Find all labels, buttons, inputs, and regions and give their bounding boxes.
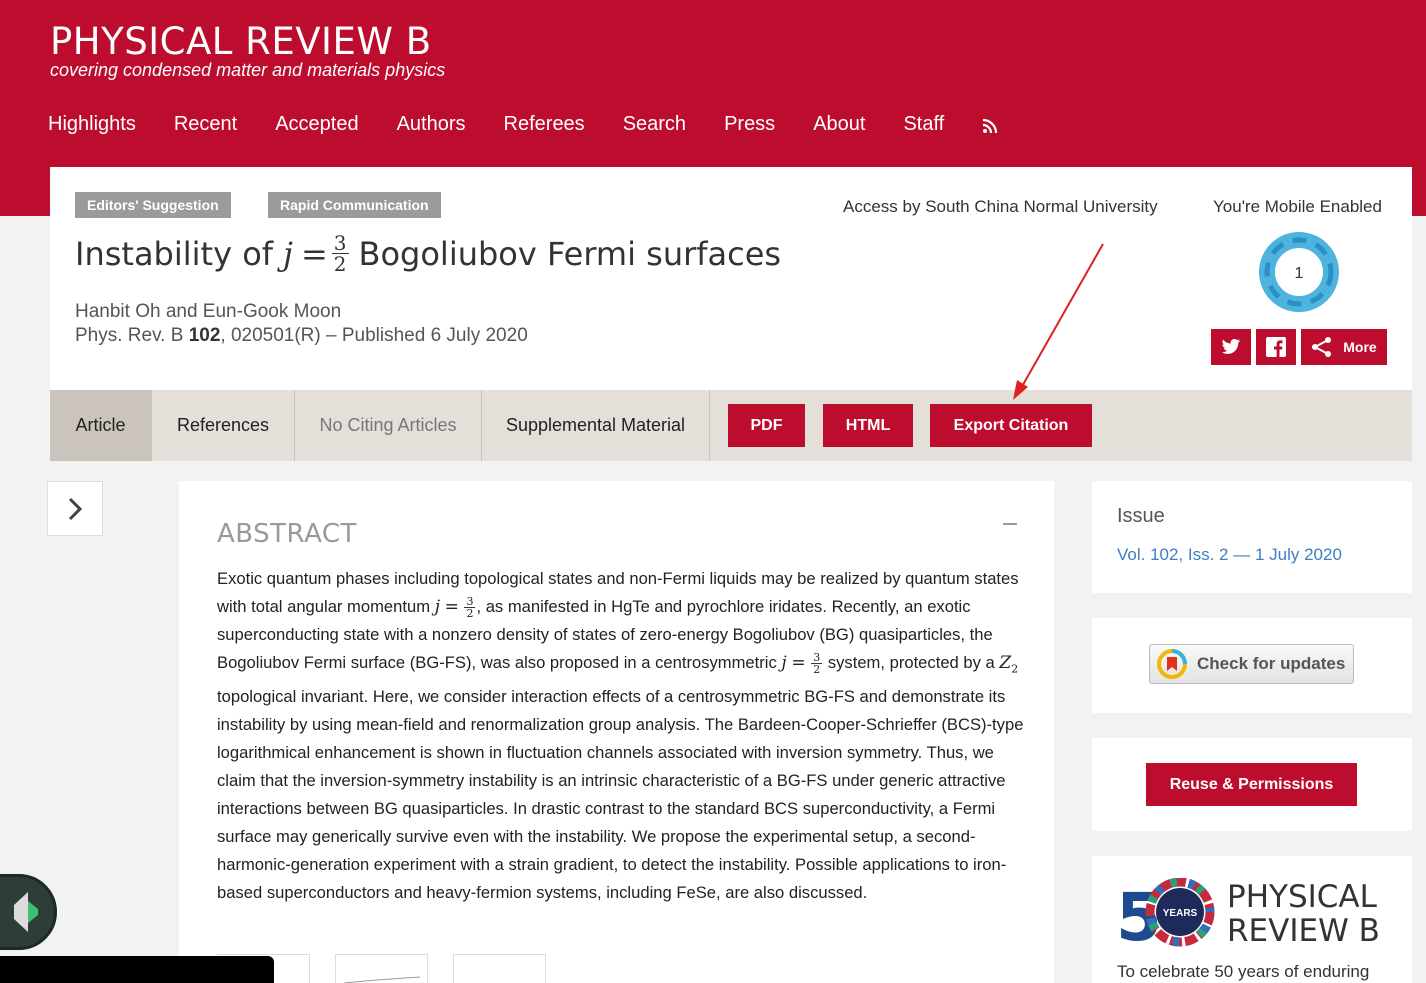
chevron-right-icon <box>68 497 83 520</box>
altmetric-score: 1 <box>1295 265 1304 282</box>
facebook-icon <box>1266 337 1286 357</box>
abstract-math-eq-1: = <box>444 597 459 617</box>
abstract-math-z: Z2 <box>999 653 1019 676</box>
taskbar-overlay <box>0 956 274 983</box>
nav-about[interactable]: About <box>813 113 865 136</box>
facebook-share-button[interactable] <box>1256 329 1296 365</box>
sidebar-toggle-button[interactable] <box>47 481 103 536</box>
citation-rest: , 020501(R) – Published 6 July 2020 <box>220 325 528 346</box>
access-text: Access by South China Normal University <box>843 197 1158 216</box>
nav-recent[interactable]: Recent <box>174 113 237 136</box>
figure-thumbnail-3[interactable] <box>453 954 546 983</box>
abstract-math-z-sub: 2 <box>1011 662 1019 676</box>
title-fraction-den: 2 <box>333 252 347 276</box>
twitter-share-button[interactable] <box>1211 329 1251 365</box>
abstract-text: Exotic quantum phases including topologi… <box>217 565 1027 907</box>
badge-rapid-communication[interactable]: Rapid Communication <box>268 192 441 218</box>
share-icon <box>1312 337 1332 357</box>
abstract-math-j-1: j <box>434 597 440 617</box>
journal-title[interactable]: PHYSICAL REVIEW B <box>50 20 432 63</box>
citation-line: Phys. Rev. B 102, 020501(R) – Published … <box>75 325 528 347</box>
title-fraction: 3 2 <box>331 231 349 276</box>
main-nav: Highlights Recent Accepted Authors Refer… <box>48 113 944 136</box>
abstract-math-j-2: j <box>781 653 787 673</box>
html-button[interactable]: HTML <box>823 404 913 447</box>
prb-50-years-box: 5 YEARS PHYSICAL REVIEW B To celebrate 5… <box>1092 856 1412 983</box>
title-math-j: j <box>283 234 293 273</box>
abstract-part-4: topological invariant. Here, we consider… <box>217 687 1024 903</box>
issue-label: Issue <box>1117 505 1165 527</box>
abstract-panel: ABSTRACT Exotic quantum phases including… <box>179 481 1054 983</box>
nav-staff[interactable]: Staff <box>903 113 944 136</box>
more-label: More <box>1343 339 1377 355</box>
title-prefix: Instability of <box>75 234 274 273</box>
nav-search[interactable]: Search <box>623 113 686 136</box>
abstract-fraction-1: 32 <box>464 596 476 621</box>
pdf-button[interactable]: PDF <box>728 404 805 447</box>
nav-accepted[interactable]: Accepted <box>275 113 358 136</box>
collapse-icon[interactable] <box>1003 523 1017 525</box>
tab-article[interactable]: Article <box>50 390 152 461</box>
abstract-fraction-1-den: 2 <box>466 607 474 621</box>
browser-extension-button[interactable] <box>0 874 57 950</box>
twitter-icon <box>1221 339 1241 354</box>
extension-logo-icon <box>14 892 38 932</box>
issue-box: Issue Vol. 102, Iss. 2 — 1 July 2020 <box>1092 481 1412 593</box>
title-fraction-num: 3 <box>331 231 349 255</box>
tab-citing-articles[interactable]: No Citing Articles <box>295 390 482 461</box>
issue-link[interactable]: Vol. 102, Iss. 2 — 1 July 2020 <box>1117 545 1342 565</box>
nav-authors[interactable]: Authors <box>397 113 466 136</box>
journal-ref: Phys. Rev. B <box>75 325 184 346</box>
reuse-permissions-button[interactable]: Reuse & Permissions <box>1146 763 1357 806</box>
article-card: Editors' Suggestion Rapid Communication … <box>50 167 1412 390</box>
title-math-eq: = <box>300 234 328 273</box>
prb50-title: PHYSICAL REVIEW B <box>1227 880 1380 948</box>
prb50-years-label: YEARS <box>1163 908 1198 919</box>
figure-thumbnail-2[interactable] <box>335 954 428 983</box>
article-tabbar: Article References No Citing Articles Su… <box>50 390 1412 461</box>
prb50-title-line-1: PHYSICAL <box>1227 879 1377 915</box>
nav-highlights[interactable]: Highlights <box>48 113 136 136</box>
reuse-box: Reuse & Permissions <box>1092 738 1412 831</box>
crossmark-icon <box>1157 649 1187 679</box>
mobile-enabled-text[interactable]: You're Mobile Enabled <box>1213 197 1382 217</box>
article-title: Instability of j = 3 2 Bogoliubov Fermi … <box>75 233 781 274</box>
tab-references[interactable]: References <box>152 390 295 461</box>
authors[interactable]: Hanbit Oh and Eun-Gook Moon <box>75 301 341 323</box>
more-share-button[interactable]: More <box>1301 329 1387 365</box>
figure-thumbnail-2-plot <box>343 976 421 983</box>
export-citation-button[interactable]: Export Citation <box>930 404 1092 447</box>
check-for-updates-button[interactable]: Check for updates <box>1149 644 1354 684</box>
prb-50-years-logo: 5 YEARS <box>1116 878 1215 948</box>
altmetric-donut-icon[interactable]: 1 <box>1258 231 1340 313</box>
check-updates-box: Check for updates <box>1092 618 1412 713</box>
abstract-math-eq-2: = <box>791 653 806 673</box>
tab-supplemental-material[interactable]: Supplemental Material <box>482 390 710 461</box>
nav-referees[interactable]: Referees <box>504 113 585 136</box>
nav-press[interactable]: Press <box>724 113 775 136</box>
badge-editors-suggestion[interactable]: Editors' Suggestion <box>75 192 231 218</box>
volume: 102 <box>188 325 221 346</box>
check-for-updates-label: Check for updates <box>1197 654 1346 673</box>
prb50-text: To celebrate 50 years of enduring <box>1117 962 1370 981</box>
abstract-math-z-letter: Z <box>999 653 1012 673</box>
abstract-heading: ABSTRACT <box>217 519 357 549</box>
title-suffix: Bogoliubov Fermi surfaces <box>358 234 782 273</box>
rss-icon[interactable] <box>982 118 998 134</box>
abstract-fraction-2: 32 <box>811 652 823 677</box>
abstract-fraction-2-den: 2 <box>813 663 821 677</box>
abstract-part-3: system, protected by a <box>827 653 995 672</box>
prb50-title-line-2: REVIEW B <box>1227 913 1380 949</box>
journal-subtitle: covering condensed matter and materials … <box>50 60 446 80</box>
